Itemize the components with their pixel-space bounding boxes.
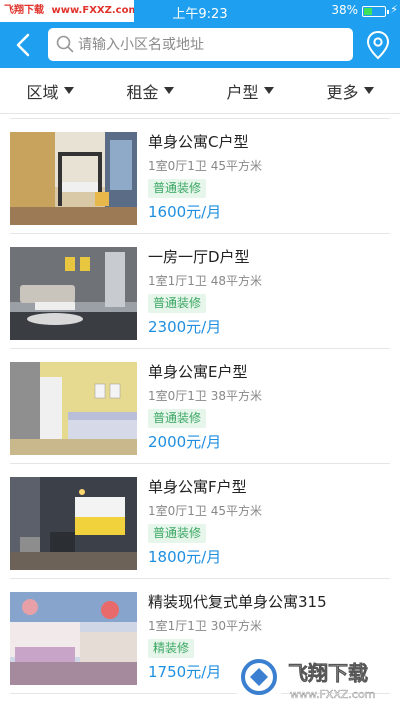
listing-price: 1800元/月 [148, 548, 222, 566]
caret-down-icon [163, 87, 174, 94]
listing-specs: 1室0厅1卫 45平方米 [148, 504, 262, 518]
listing-specs: 1室1厅1卫 30平方米 [148, 619, 262, 633]
listing-photo [10, 477, 137, 570]
listing-title: 单身公寓F户型 [148, 478, 247, 496]
charging-icon: ⚡ [390, 3, 398, 16]
filter-layout-label: 户型 [226, 82, 259, 102]
listing-photo [10, 247, 137, 340]
filter-layout[interactable]: 户型 [200, 68, 300, 113]
listing-title: 精装现代复式单身公寓315 [148, 593, 327, 611]
search-icon [56, 35, 74, 53]
listing-title: 一房一厅D户型 [148, 248, 250, 266]
location-pin-icon[interactable] [365, 30, 391, 60]
watermark-url-text: www.FXXZ.com [290, 688, 375, 701]
listing-specs: 1室0厅1卫 38平方米 [148, 389, 262, 403]
listing-price: 1600元/月 [148, 203, 222, 221]
listing-photo [10, 362, 137, 455]
listing-title: 单身公寓C户型 [148, 133, 249, 151]
caret-down-icon [63, 87, 74, 94]
listing-item[interactable]: 一房一厅D户型 1室1厅1卫 48平方米 普通装修 2300元/月 [10, 233, 390, 348]
listing-item[interactable]: 单身公寓F户型 1室0厅1卫 45平方米 普通装修 1800元/月 [10, 463, 390, 578]
filter-rent-label: 租金 [126, 82, 159, 102]
back-arrow-icon[interactable] [10, 30, 40, 60]
decoration-badge: 普通装修 [148, 409, 207, 428]
listing-list: 单身公寓C户型 1室0厅1卫 45平方米 普通装修 1600元/月 一房一厅D户… [0, 118, 400, 710]
listing-title: 单身公寓E户型 [148, 363, 248, 381]
decoration-badge: 普通装修 [148, 294, 207, 313]
filter-more[interactable]: 更多 [300, 68, 400, 113]
listing-price: 2000元/月 [148, 433, 222, 451]
listing-specs: 1室1厅1卫 48平方米 [148, 274, 262, 288]
decoration-badge: 普通装修 [148, 179, 207, 198]
filter-rent[interactable]: 租金 [100, 68, 200, 113]
caret-down-icon [263, 87, 274, 94]
watermark-brand-text: 飞翔下载 [288, 661, 368, 685]
app-header: 飞翔下载 www.FXXZ.com 上午9:23 38% ⚡ [0, 0, 400, 68]
listing-photo [10, 132, 137, 225]
caret-down-icon [363, 87, 374, 94]
battery-percent: 38% [331, 3, 358, 17]
decoration-badge: 普通装修 [148, 524, 207, 543]
listing-item[interactable]: 单身公寓C户型 1室0厅1卫 45平方米 普通装修 1600元/月 [10, 118, 390, 233]
listing-price: 2300元/月 [148, 318, 222, 336]
status-bar: 飞翔下载 www.FXXZ.com 上午9:23 38% ⚡ [0, 0, 400, 22]
filter-bar: 区域 租金 户型 更多 [0, 68, 400, 114]
decoration-badge: 精装修 [148, 639, 195, 658]
search-input[interactable] [78, 28, 348, 61]
filter-area-label: 区域 [26, 82, 59, 102]
filter-more-label: 更多 [326, 82, 359, 102]
filter-area[interactable]: 区域 [0, 68, 100, 113]
search-box[interactable] [48, 28, 353, 61]
listing-specs: 1室0厅1卫 45平方米 [148, 159, 262, 173]
listing-item[interactable]: 单身公寓E户型 1室0厅1卫 38平方米 普通装修 2000元/月 [10, 348, 390, 463]
battery-icon [362, 6, 389, 17]
fxxz-watermark-logo: 飞翔下载 www.FXXZ.com [236, 654, 376, 701]
listing-photo [10, 592, 137, 685]
